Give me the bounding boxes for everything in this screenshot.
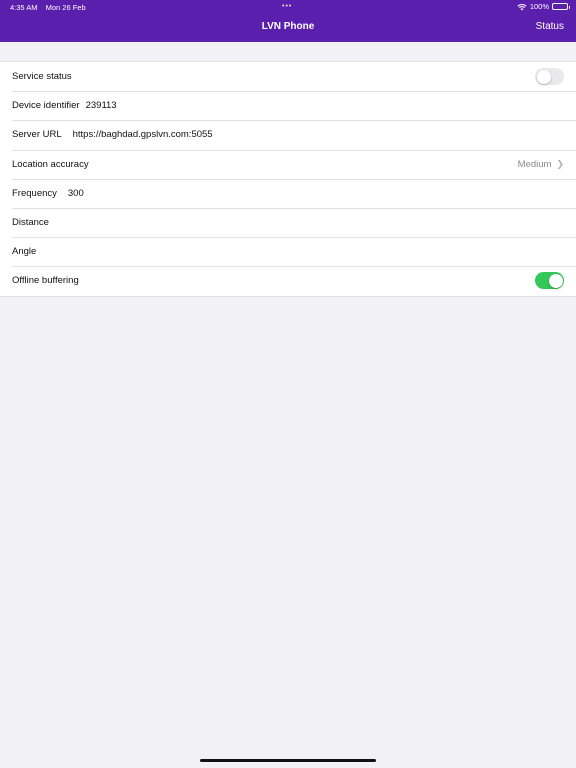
toggle-knob [548,273,563,288]
offline-buffering-toggle[interactable] [535,272,564,290]
offline-buffering-row: Offline buffering [0,266,576,295]
distance-row[interactable]: Distance [0,207,576,237]
service-status-label: Service status [12,71,72,83]
offline-buffering-label: Offline buffering [12,275,79,287]
wifi-icon [517,3,527,11]
settings-list: Service status Device identifier 239113 … [0,61,576,297]
angle-row[interactable]: Angle [0,237,576,266]
multitasking-dots-icon[interactable]: ••• [282,3,292,10]
location-accuracy-label: Location accuracy [12,158,89,170]
frequency-label: Frequency [12,187,57,199]
status-button[interactable]: Status [536,21,564,32]
page-title: LVN Phone [261,21,315,32]
device-identifier-label: Device identifier [12,100,80,112]
status-date: Mon 26 Feb [45,3,86,12]
status-time: 4:35 AM [10,3,38,12]
frequency-row[interactable]: Frequency 300 [0,178,576,208]
home-indicator[interactable] [200,759,376,762]
location-accuracy-value: Medium [517,158,552,170]
battery-icon [552,3,570,10]
service-status-toggle[interactable] [535,68,564,85]
device-identifier-row[interactable]: Device identifier 239113 [0,91,576,120]
navigation-bar: 4:35 AM Mon 26 Feb ••• 100% LVN Phone St… [0,0,576,42]
toggle-knob [536,69,551,84]
chevron-right-icon: ❯ [556,158,564,169]
status-bar-time: 4:35 AM Mon 26 Feb [10,3,86,12]
server-url-field[interactable]: https://baghdad.gpslvn.com:5055 [73,129,213,140]
status-bar-right: 100% [517,2,570,11]
device-identifier-field[interactable]: 239113 [86,100,117,111]
service-status-row: Service status [0,62,576,91]
location-accuracy-row[interactable]: Location accuracy Medium ❯ [0,149,576,179]
frequency-field[interactable]: 300 [68,188,84,199]
server-url-row[interactable]: Server URL https://baghdad.gpslvn.com:50… [0,120,576,149]
battery-percentage: 100% [529,2,549,11]
location-accuracy-selector[interactable]: Medium ❯ [518,150,564,179]
server-url-label: Server URL [12,129,62,141]
angle-label: Angle [12,246,37,258]
distance-label: Distance [12,217,49,229]
